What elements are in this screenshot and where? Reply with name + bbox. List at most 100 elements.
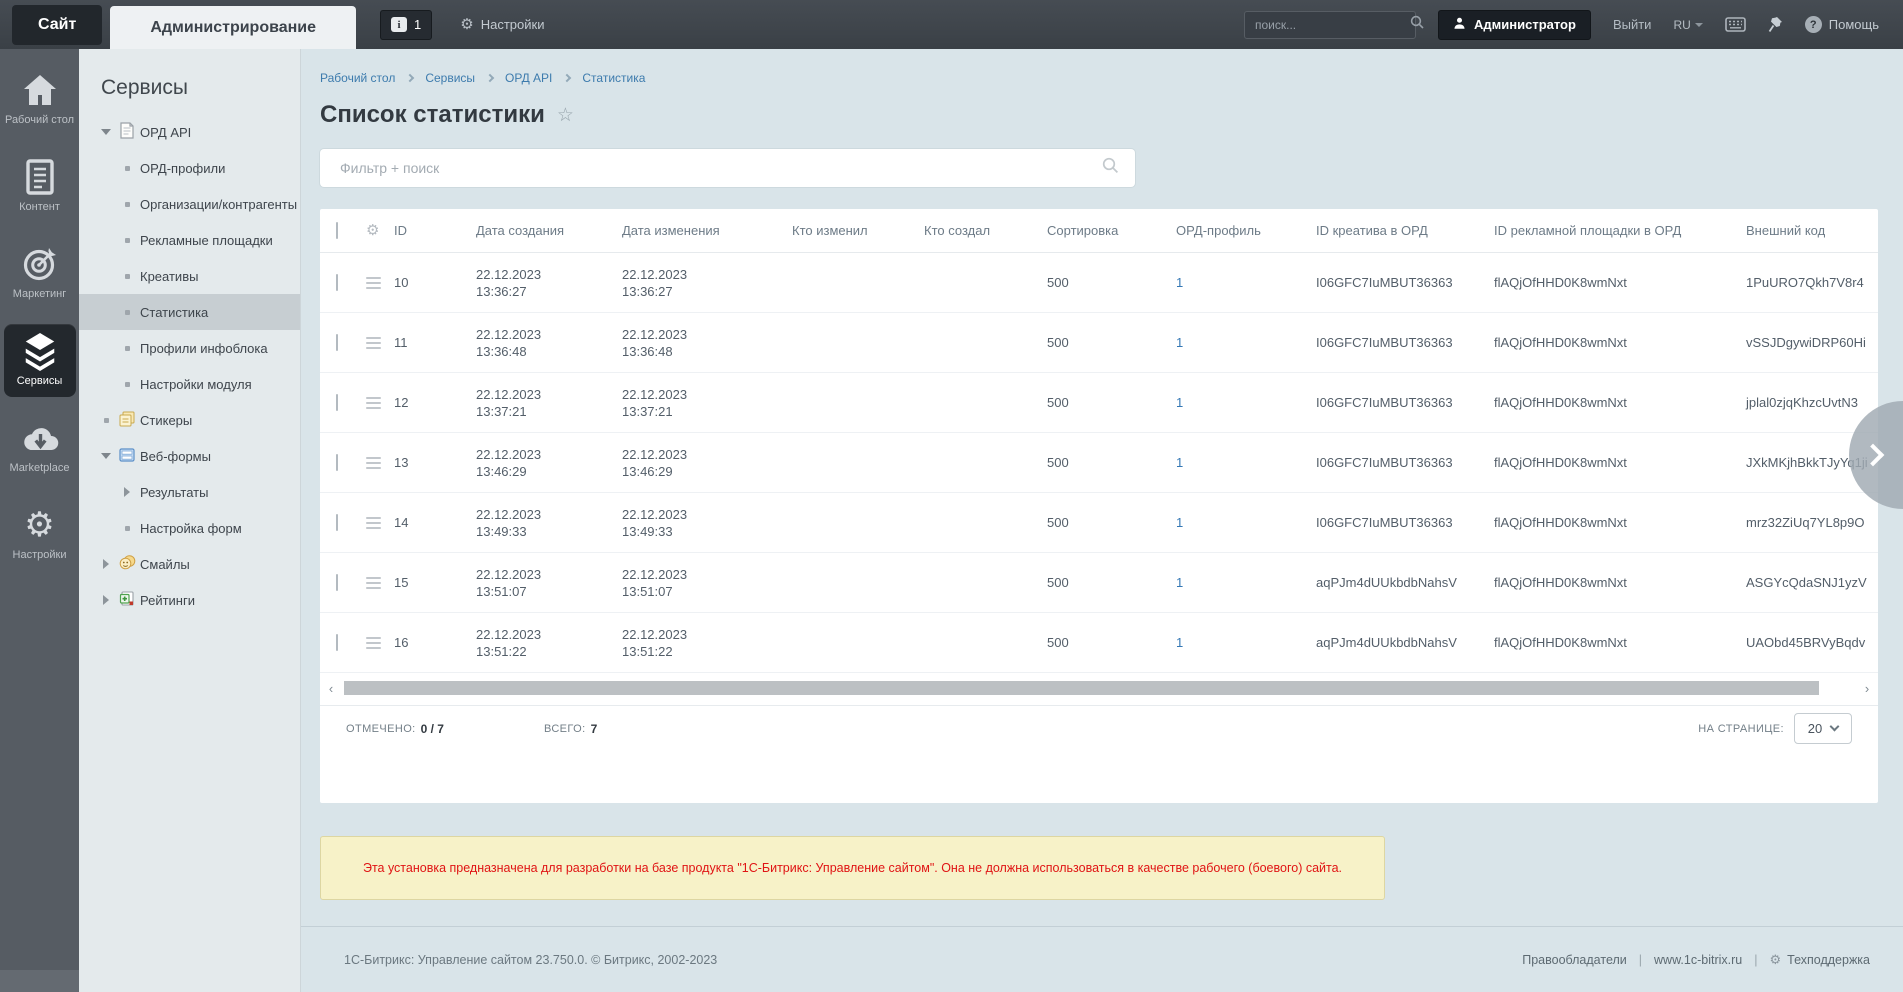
- rights-holders-link[interactable]: Правообладатели: [1522, 953, 1627, 967]
- column-header[interactable]: Кто изменил: [792, 223, 924, 238]
- favorite-star-icon[interactable]: ☆: [557, 106, 574, 125]
- row-checkbox[interactable]: [336, 394, 338, 411]
- ord-profile-link[interactable]: 1: [1176, 635, 1183, 650]
- language-dropdown[interactable]: RU: [1673, 18, 1703, 32]
- topbar-search-input[interactable]: [1255, 17, 1410, 32]
- logout-link[interactable]: Выйти: [1613, 17, 1652, 32]
- statistics-table-card: ⚙ ID Дата создания Дата изменения Кто измени…: [320, 209, 1878, 803]
- column-header[interactable]: Дата изменения: [622, 223, 792, 238]
- scroll-right-arrow[interactable]: ›: [1860, 682, 1874, 695]
- row-actions-menu-icon[interactable]: [366, 456, 381, 469]
- question-icon: ?: [1804, 16, 1822, 33]
- row-actions-menu-icon[interactable]: [366, 336, 381, 349]
- sidebar-item-desktop[interactable]: Рабочий стол: [4, 63, 76, 136]
- expander-open-icon[interactable]: [101, 453, 111, 459]
- sidebar-item-services[interactable]: Сервисы: [3, 324, 76, 397]
- scroll-left-arrow[interactable]: ‹: [324, 682, 338, 695]
- column-header[interactable]: ID: [394, 223, 476, 238]
- expander-closed-icon[interactable]: [124, 487, 130, 497]
- ord-profile-link[interactable]: 1: [1176, 455, 1183, 470]
- cell-modified: 22.12.2023 13:49:33: [622, 506, 688, 539]
- row-checkbox[interactable]: [336, 274, 338, 291]
- per-page-select[interactable]: 20: [1794, 713, 1852, 744]
- scrollbar-track[interactable]: [338, 681, 1860, 695]
- row-checkbox[interactable]: [336, 574, 338, 591]
- menu-item-module-settings[interactable]: Настройки модуля: [79, 366, 300, 402]
- hotkeys-keyboard-icon[interactable]: [1724, 17, 1746, 32]
- menu-item-form-settings[interactable]: Настройка форм: [79, 510, 300, 546]
- breadcrumb-link[interactable]: ОРД API: [505, 71, 552, 85]
- notifications-button[interactable]: i 1: [380, 9, 433, 40]
- ord-profile-link[interactable]: 1: [1176, 275, 1183, 290]
- row-checkbox[interactable]: [336, 334, 338, 351]
- menu-panel: Сервисы ОРД API ОРД-профили Организации/ко…: [79, 49, 301, 992]
- filter-bar[interactable]: [320, 149, 1135, 187]
- menu-item-iblock-profiles[interactable]: Профили инфоблока: [79, 330, 300, 366]
- sidebar-item-marketplace[interactable]: Marketplace: [4, 411, 76, 484]
- select-all-checkbox[interactable]: [336, 222, 338, 239]
- table-settings-gear-icon[interactable]: ⚙: [366, 222, 379, 239]
- doc-icon: [120, 122, 134, 142]
- row-actions-menu-icon[interactable]: [366, 396, 381, 409]
- menu-item-ad-platforms[interactable]: Рекламные площадки: [79, 222, 300, 258]
- row-actions-menu-icon[interactable]: [366, 576, 381, 589]
- administration-tab[interactable]: Администрирование: [110, 6, 357, 49]
- tech-support-link[interactable]: ⚙ Техподдержка: [1769, 953, 1870, 967]
- breadcrumb-link[interactable]: Рабочий стол: [320, 71, 395, 85]
- menu-item-organizations[interactable]: Организации/контрагенты: [79, 186, 300, 222]
- sidebar-item-marketing[interactable]: Маркетинг: [4, 237, 76, 310]
- menu-item-stickers[interactable]: Стикеры: [79, 402, 300, 438]
- scrollbar-thumb[interactable]: [344, 681, 1819, 695]
- current-user-button[interactable]: Администратор: [1438, 9, 1591, 40]
- row-checkbox[interactable]: [336, 634, 338, 651]
- column-header[interactable]: Внешний код: [1746, 223, 1878, 238]
- column-header[interactable]: Сортировка: [1047, 223, 1176, 238]
- menu-item-web-forms[interactable]: Веб-формы: [79, 438, 300, 474]
- menu-item-statistics[interactable]: Статистика: [79, 294, 300, 330]
- ord-profile-link[interactable]: 1: [1176, 515, 1183, 530]
- column-header[interactable]: ОРД-профиль: [1176, 223, 1316, 238]
- breadcrumb-link[interactable]: Сервисы: [425, 71, 475, 85]
- menu-item-ratings[interactable]: Рейтинги: [79, 582, 300, 618]
- sidebar-item-settings[interactable]: ⚙ Настройки: [4, 498, 76, 571]
- pin-icon[interactable]: [1768, 16, 1783, 33]
- help-button[interactable]: ? Помощь: [1804, 16, 1879, 33]
- table-row: 15 22.12.2023 13:51:07 22.12.2023 13:51:07 50…: [320, 553, 1878, 613]
- cell-id: 13: [394, 455, 409, 470]
- column-header[interactable]: ID рекламной площадки в ОРД: [1494, 223, 1746, 238]
- topbar-search[interactable]: [1244, 10, 1424, 39]
- cell-modified: 22.12.2023 13:37:21: [622, 386, 688, 419]
- expander-closed-icon[interactable]: [103, 595, 109, 605]
- sidebar-item-content[interactable]: Контент: [4, 150, 76, 223]
- sidebar-collapse-button[interactable]: [0, 970, 79, 992]
- row-actions-menu-icon[interactable]: [366, 636, 381, 649]
- menu-item-label: Рекламные площадки: [140, 232, 273, 248]
- column-header[interactable]: ID креатива в ОРД: [1316, 223, 1494, 238]
- ord-profile-link[interactable]: 1: [1176, 395, 1183, 410]
- ord-profile-link[interactable]: 1: [1176, 335, 1183, 350]
- menu-item-smileys[interactable]: Смайлы: [79, 546, 300, 582]
- site-tab-button[interactable]: Сайт: [12, 5, 103, 45]
- row-checkbox[interactable]: [336, 514, 338, 531]
- row-actions-menu-icon[interactable]: [366, 276, 381, 289]
- row-actions-menu-icon[interactable]: [366, 516, 381, 529]
- topbar-settings-button[interactable]: ⚙ Настройки: [460, 17, 544, 32]
- menu-item-ord-api[interactable]: ОРД API: [79, 114, 300, 150]
- topbar-middle: i 1 ⚙ Настройки: [380, 0, 544, 49]
- menu-item-results[interactable]: Результаты: [79, 474, 300, 510]
- bitrix-site-link[interactable]: www.1c-bitrix.ru: [1654, 953, 1742, 967]
- cell-creative-id: I06GFC7IuMBUT36363: [1316, 275, 1453, 290]
- expander-closed-icon[interactable]: [103, 559, 109, 569]
- row-checkbox[interactable]: [336, 454, 338, 471]
- filter-search-input[interactable]: [340, 160, 1102, 176]
- expander-open-icon[interactable]: [101, 129, 111, 135]
- ord-profile-link[interactable]: 1: [1176, 575, 1183, 590]
- column-header[interactable]: Дата создания: [476, 223, 622, 238]
- menu-item-ord-profiles[interactable]: ОРД-профили: [79, 150, 300, 186]
- bullet-icon: [124, 525, 130, 531]
- sidebar-item-label: Маркетинг: [12, 288, 67, 300]
- breadcrumb-link[interactable]: Статистика: [582, 71, 645, 85]
- column-header[interactable]: Кто создал: [924, 223, 1047, 238]
- cell-modified: 22.12.2023 13:51:07: [622, 566, 688, 599]
- menu-item-creatives[interactable]: Креативы: [79, 258, 300, 294]
